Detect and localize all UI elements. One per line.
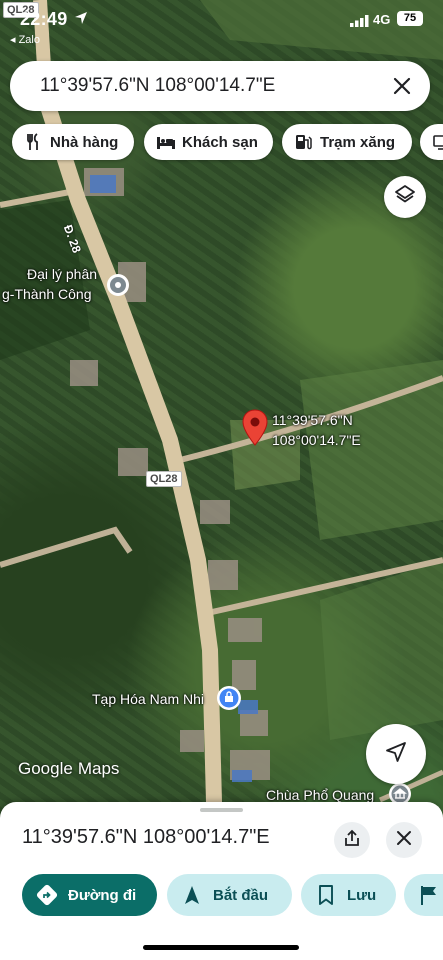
- directions-icon: [36, 884, 58, 906]
- layers-button[interactable]: [384, 176, 426, 218]
- shopping-icon: [432, 133, 443, 151]
- navigation-icon: [181, 884, 203, 906]
- chip-restaurants[interactable]: Nhà hàng: [12, 124, 134, 160]
- close-icon[interactable]: [390, 74, 414, 98]
- home-indicator[interactable]: [143, 945, 299, 950]
- label-button[interactable]: [404, 874, 443, 916]
- battery-icon: 75: [397, 11, 423, 26]
- pin-label-lng: 108°00'14.7"E: [272, 432, 361, 448]
- status-bar: 22:49 ◂ Zalo 4G 75: [0, 0, 443, 46]
- chip-gas-stations[interactable]: Trạm xăng: [282, 124, 412, 160]
- signal-bars-icon: [350, 14, 370, 32]
- poi-label-chua[interactable]: Chùa Phổ Quang: [266, 787, 374, 803]
- sheet-drag-handle[interactable]: [200, 808, 243, 812]
- poi-label-tap-hoa[interactable]: Tạp Hóa Nam Nhi: [92, 691, 204, 707]
- chip-hotels[interactable]: Khách sạn: [144, 124, 273, 160]
- search-bar[interactable]: 11°39'57.6"N 108°00'14.7"E: [10, 61, 430, 111]
- location-arrow-icon: [74, 11, 88, 28]
- pin-label-lat: 11°39'57.6"N: [272, 412, 353, 428]
- gas-station-icon: [294, 133, 312, 151]
- flag-icon: [418, 884, 440, 906]
- my-location-button[interactable]: [366, 724, 426, 784]
- poi-label-dai-ly[interactable]: Đại lý phân: [27, 266, 97, 282]
- place-bottom-sheet[interactable]: 11°39'57.6"N 108°00'14.7"E Đường đi Bắt …: [0, 802, 443, 960]
- layers-icon: [394, 184, 416, 211]
- search-query[interactable]: 11°39'57.6"N 108°00'14.7"E: [40, 75, 275, 97]
- share-icon: [343, 829, 361, 852]
- status-time: 22:49: [20, 9, 68, 29]
- bed-icon: [156, 133, 175, 151]
- start-button[interactable]: Bắt đầu: [167, 874, 292, 916]
- route-shield-ql28: QL28: [146, 471, 182, 487]
- poi-label-dai-ly-line2: g-Thành Công: [2, 286, 92, 302]
- network-type: 4G: [373, 12, 391, 27]
- directions-button[interactable]: Đường đi: [22, 874, 157, 916]
- close-icon: [395, 829, 413, 852]
- navigation-arrow-icon: [385, 741, 407, 768]
- fork-knife-icon: [24, 133, 42, 151]
- back-to-app-link[interactable]: ◂ Zalo: [10, 33, 40, 46]
- share-button[interactable]: [334, 822, 370, 858]
- google-maps-logo: Google Maps: [18, 759, 120, 778]
- close-sheet-button[interactable]: [386, 822, 422, 858]
- save-button[interactable]: Lưu: [301, 874, 396, 916]
- bookmark-icon: [315, 884, 337, 906]
- place-title: 11°39'57.6"N 108°00'14.7"E: [22, 826, 270, 848]
